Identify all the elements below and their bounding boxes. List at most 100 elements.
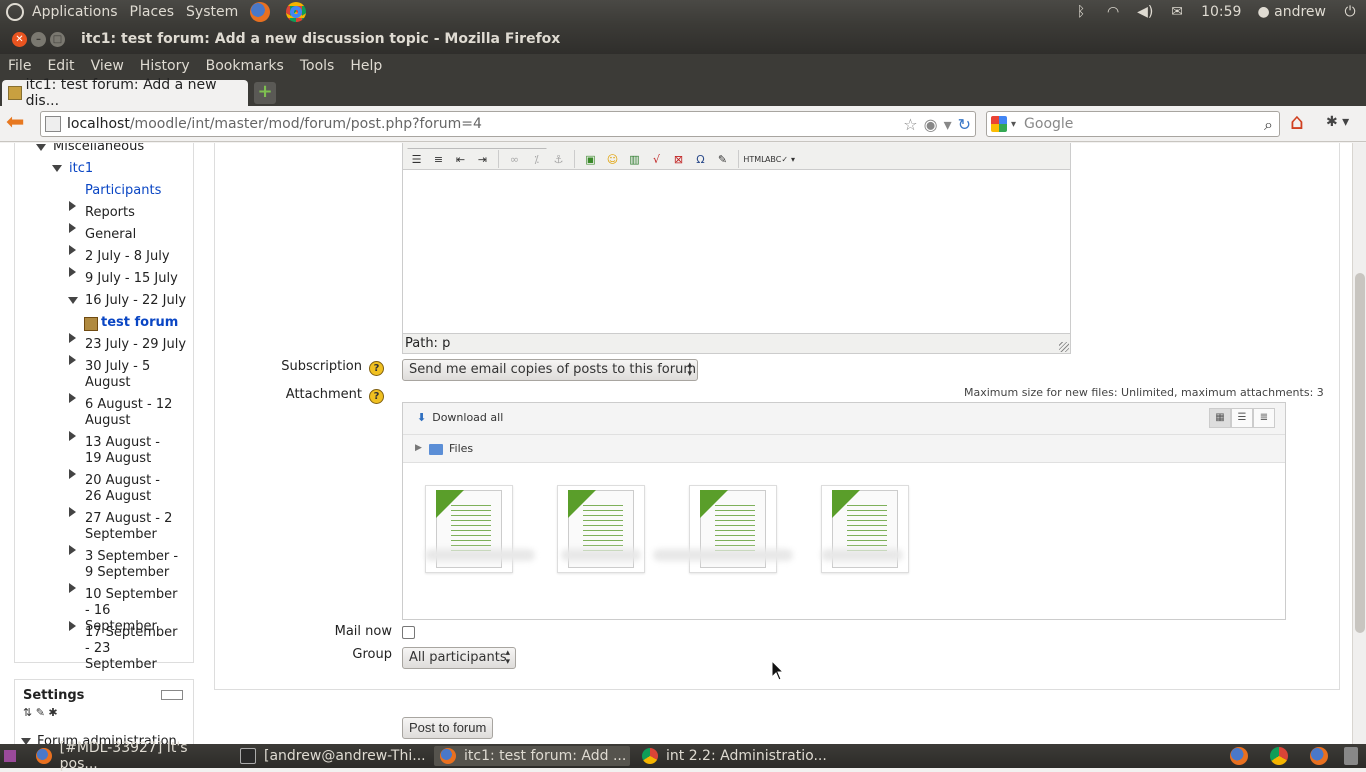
expand-miscellaneous-icon[interactable] — [36, 144, 46, 151]
clock[interactable]: 10:59 — [1201, 4, 1241, 20]
attachment-help-icon[interactable]: ? — [369, 389, 384, 404]
search-bar[interactable]: ▾ Google ⌕ — [986, 111, 1280, 137]
sidebar-item-week[interactable]: 13 August - 19 August — [85, 435, 180, 467]
expand-week-icon[interactable] — [69, 267, 76, 277]
firefox-launcher-icon[interactable] — [250, 2, 271, 22]
spellcheck-dropdown-icon[interactable]: ▾ — [789, 150, 797, 168]
icon-view-button[interactable]: ▦ — [1209, 408, 1231, 428]
close-window-button[interactable]: ✕ — [12, 31, 27, 47]
bookmark-star-icon[interactable]: ☆ — [903, 115, 917, 134]
trash-icon[interactable] — [1344, 747, 1358, 765]
expand-general-icon[interactable] — [69, 223, 76, 233]
mail-icon[interactable]: ✉ — [1169, 5, 1185, 19]
addon-icon[interactable]: ✱ ▾ — [1326, 114, 1349, 130]
emoticon-icon[interactable]: ☺ — [603, 150, 622, 168]
expand-reports-icon[interactable] — [69, 201, 76, 211]
firefox-workspace-icon[interactable] — [1230, 747, 1248, 765]
unlink-icon[interactable]: ⁒ — [527, 150, 546, 168]
sidebar-item-week[interactable]: 27 August - 2 September — [85, 511, 175, 543]
sidebar-item-week[interactable]: 23 July - 29 July — [85, 337, 186, 353]
expand-week-icon[interactable] — [69, 245, 76, 255]
expand-week-icon[interactable] — [69, 583, 76, 593]
collapse-week-icon[interactable] — [68, 297, 78, 304]
sidebar-item-week[interactable]: 17 September - 23 September — [85, 625, 185, 673]
link-icon[interactable]: ∞ — [505, 150, 524, 168]
volume-icon[interactable]: ◀) — [1137, 5, 1153, 19]
sidebar-item-week[interactable]: 20 August - 26 August — [85, 473, 180, 505]
bullet-list-icon[interactable]: ☰ — [407, 150, 426, 168]
sidebar-item-general[interactable]: General — [85, 227, 136, 243]
menu-view[interactable]: View — [91, 58, 124, 74]
expand-week-icon[interactable] — [69, 431, 76, 441]
numbered-list-icon[interactable]: ≡ — [429, 150, 448, 168]
expand-week-icon[interactable] — [69, 393, 76, 403]
rss-icon[interactable]: ◉ — [924, 115, 938, 134]
taskbar-item[interactable]: [#MDL-33927] It's pos... — [30, 740, 226, 772]
firefox-workspace-icon[interactable] — [1310, 747, 1328, 765]
home-icon[interactable]: ⌂ — [1290, 112, 1316, 136]
anchor-icon[interactable]: ⚓ — [549, 150, 568, 168]
editor-body[interactable] — [403, 170, 1070, 333]
search-icon[interactable]: ⌕ — [1264, 115, 1273, 135]
expand-course-icon[interactable] — [52, 165, 62, 172]
google-engine-icon[interactable] — [991, 116, 1007, 132]
spellcheck-icon[interactable]: ABC✓ — [765, 150, 788, 168]
expand-week-icon[interactable] — [69, 545, 76, 555]
sidebar-item-week[interactable]: 2 July - 8 July — [85, 249, 170, 265]
menu-help[interactable]: Help — [350, 58, 382, 74]
expand-week-icon[interactable] — [69, 507, 76, 517]
sidebar-item-week[interactable]: 3 September - 9 September — [85, 549, 185, 581]
chrome-workspace-icon[interactable] — [1270, 747, 1288, 765]
subscription-select[interactable]: Send me email copies of posts to this fo… — [402, 359, 698, 381]
taskbar-item[interactable]: int 2.2: Administratio... — [636, 746, 832, 766]
power-icon[interactable]: ⏻ — [1342, 5, 1358, 19]
scrollbar-thumb[interactable] — [1355, 273, 1365, 633]
post-to-forum-button[interactable]: Post to forum — [402, 717, 494, 739]
download-all-button[interactable]: ⬇ Download all — [417, 411, 503, 424]
editor-resize-handle-icon[interactable] — [1059, 342, 1069, 352]
menu-history[interactable]: History — [140, 58, 190, 74]
html-source-icon[interactable]: HTML — [743, 150, 765, 168]
maximize-window-button[interactable]: □ — [50, 31, 65, 47]
expand-files-icon[interactable]: ▶ — [415, 443, 422, 453]
expand-week-icon[interactable] — [69, 621, 76, 631]
cleanup-icon[interactable]: ✎ — [713, 150, 732, 168]
chrome-launcher-icon[interactable] — [286, 2, 307, 22]
applications-menu[interactable]: Applications — [32, 4, 118, 20]
taskbar-item[interactable]: [andrew@andrew-Thi... — [234, 746, 430, 766]
search-engine-dropdown-icon[interactable]: ▾ — [1011, 119, 1016, 130]
site-identity-icon[interactable] — [45, 116, 61, 132]
subscription-help-icon[interactable]: ? — [369, 361, 384, 376]
minimize-window-button[interactable]: – — [31, 31, 46, 47]
list-view-button[interactable]: ☰ — [1231, 408, 1253, 428]
sidebar-item-miscellaneous[interactable]: Miscellaneous — [53, 143, 144, 155]
wifi-icon[interactable]: ◠ — [1105, 5, 1121, 19]
tab-active[interactable]: itc1: test forum: Add a new dis... — [2, 77, 248, 109]
sidebar-item-week[interactable]: 16 July - 22 July — [85, 293, 186, 309]
expand-week-icon[interactable] — [69, 333, 76, 343]
expand-week-icon[interactable] — [69, 355, 76, 365]
group-select[interactable]: All participants ▴ ▾ — [402, 647, 516, 669]
show-desktop-icon[interactable] — [4, 750, 16, 762]
sidebar-item-week[interactable]: 30 July - 5 August — [85, 359, 165, 391]
new-tab-button[interactable]: + — [254, 82, 276, 104]
user-menu[interactable]: ● andrew — [1257, 4, 1326, 20]
menu-edit[interactable]: Edit — [47, 58, 74, 74]
mail-now-checkbox[interactable] — [402, 626, 415, 639]
menu-file[interactable]: File — [8, 58, 31, 74]
indent-icon[interactable]: ⇥ — [473, 150, 492, 168]
outdent-icon[interactable]: ⇤ — [451, 150, 470, 168]
ubuntu-logo-icon[interactable] — [6, 3, 24, 21]
dock-block-icon[interactable] — [161, 690, 183, 700]
image-icon[interactable]: ▣ — [581, 150, 600, 168]
places-menu[interactable]: Places — [130, 4, 175, 20]
sidebar-item-test-forum[interactable]: test forum — [101, 315, 178, 331]
expand-week-icon[interactable] — [69, 469, 76, 479]
sidebar-item-course[interactable]: itc1 — [69, 161, 93, 177]
block-action-icons[interactable]: ⇅ ✎ ✱ — [23, 706, 58, 719]
page-scrollbar[interactable] — [1352, 143, 1366, 744]
special-char-icon[interactable]: Ω — [691, 150, 710, 168]
nolink-icon[interactable]: ⊠ — [669, 150, 688, 168]
equation-icon[interactable]: √ — [647, 150, 666, 168]
sidebar-item-participants[interactable]: Participants — [85, 183, 161, 199]
